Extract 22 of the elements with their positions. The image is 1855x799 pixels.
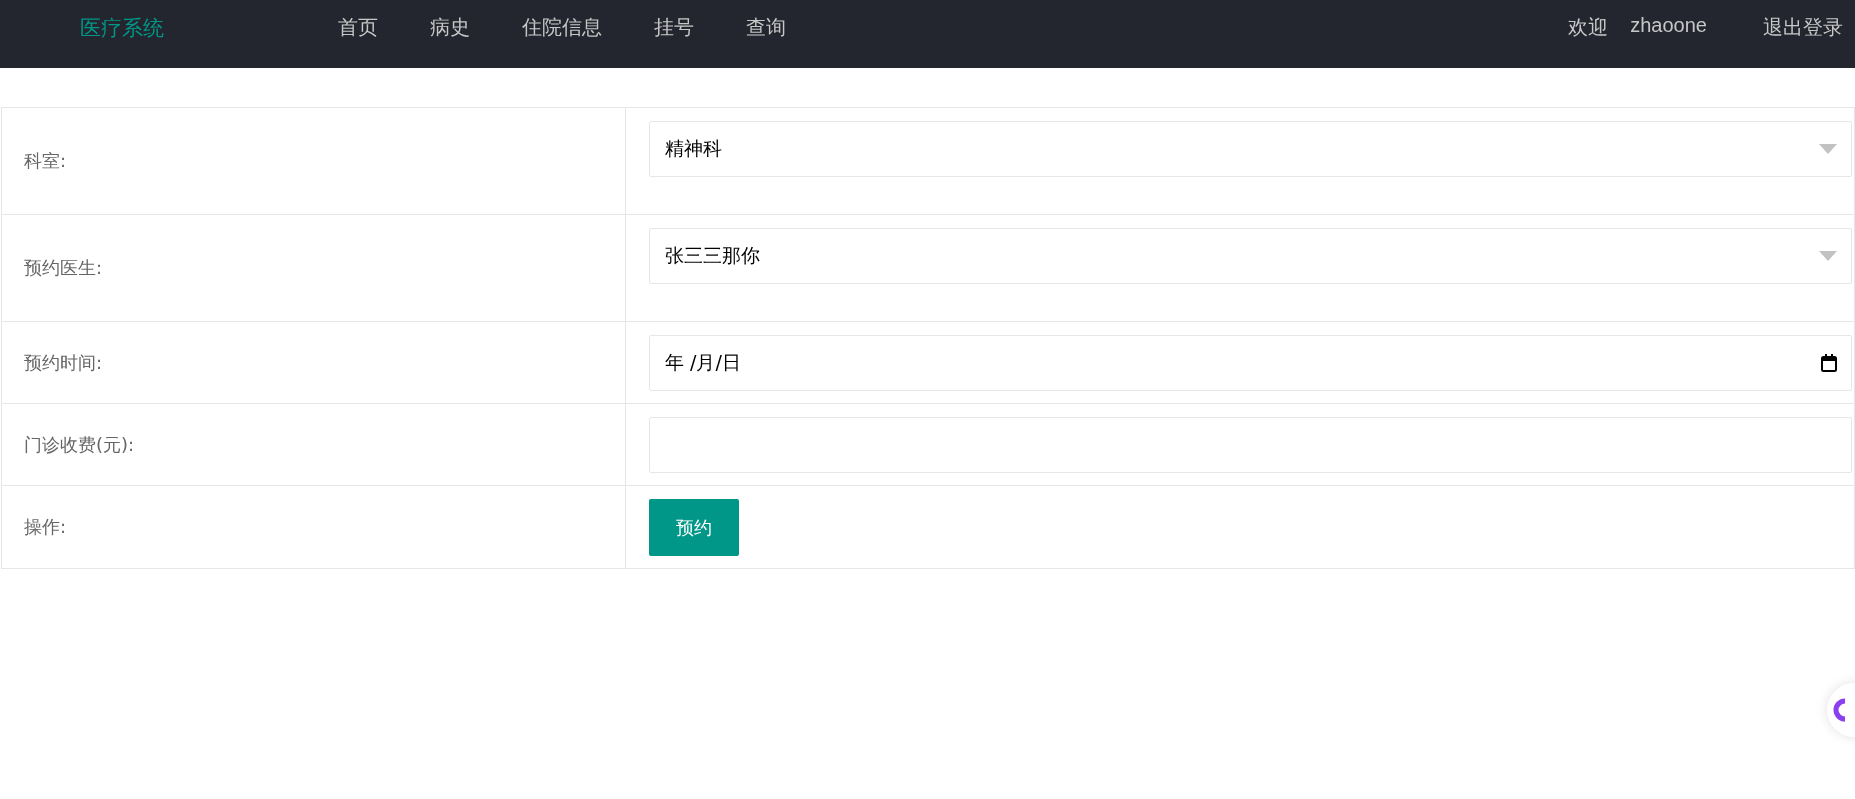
calendar-icon	[1821, 354, 1837, 372]
field-label: 预约医生:	[24, 257, 103, 278]
nav-link[interactable]: 首页	[338, 14, 378, 41]
nav-link[interactable]: 挂号	[654, 14, 694, 41]
field-label: 门诊收费(元):	[24, 433, 135, 455]
welcome-text: 欢迎	[1568, 14, 1609, 41]
input-field[interactable]	[649, 417, 1852, 473]
dropdown-field[interactable]: 张三三那你	[649, 228, 1852, 284]
date-field[interactable]: 年 /月/日	[649, 335, 1852, 391]
caret-icon	[1819, 251, 1837, 261]
logout-link[interactable]: 退出登录	[1763, 14, 1843, 41]
username: zhaoone	[1630, 14, 1707, 37]
nav-link[interactable]: 查询	[746, 14, 786, 41]
field-label: 科室:	[24, 150, 67, 171]
nav-link[interactable]: 病史	[430, 14, 470, 41]
field-label: 预约时间:	[24, 351, 103, 373]
app-logo[interactable]: 医疗系统	[80, 14, 338, 42]
field-label: 操作:	[24, 516, 67, 537]
dropdown-field[interactable]: 精神科	[649, 121, 1852, 177]
book-button[interactable]: 预约	[649, 499, 739, 556]
caret-icon	[1819, 144, 1837, 154]
nav-link[interactable]: 住院信息	[522, 14, 602, 41]
